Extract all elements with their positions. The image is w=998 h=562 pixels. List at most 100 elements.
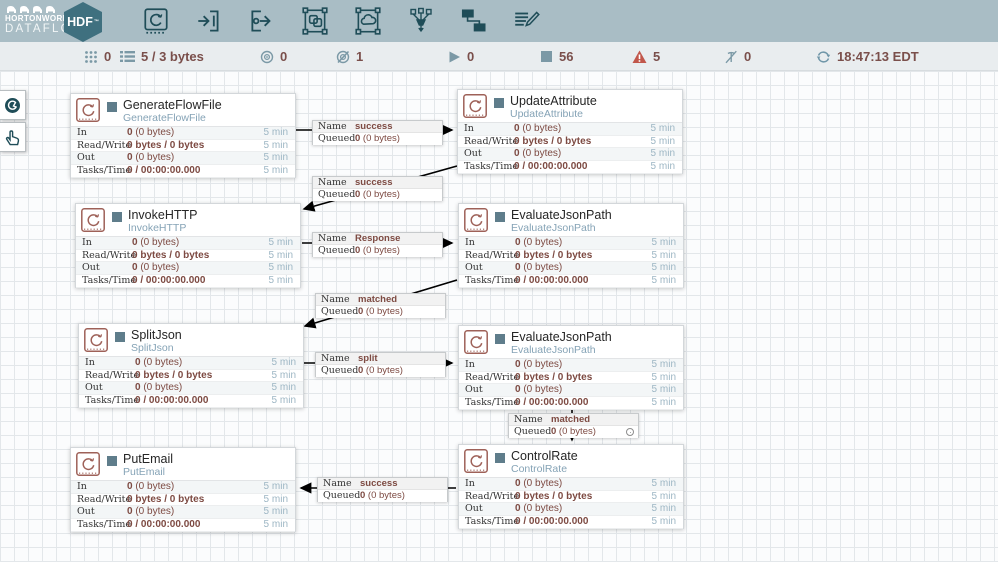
processor-stats: In 0 (0 bytes) 5 min Read/Write 0 bytes / 0 … [459, 359, 683, 410]
stat-row: Read/Write 0 bytes / 0 bytes 5 min [71, 140, 295, 153]
connection-label[interactable]: Name success Queued 0 (0 bytes) [312, 120, 443, 145]
queued-value: 0 (0 bytes) [355, 133, 400, 144]
connection-queued-row: Queued 0 (0 bytes) [318, 490, 447, 502]
stat-row: In 0 (0 bytes) 5 min [459, 478, 683, 491]
queued-status: 5 / 3 bytes [120, 42, 204, 71]
processor-stats: In 0 (0 bytes) 5 min Read/Write 0 bytes / 0 … [79, 357, 303, 408]
connection-label[interactable]: Name success Queued 0 (0 bytes) [317, 477, 448, 502]
processor-header: UpdateAttribute UpdateAttribute [458, 90, 682, 123]
label-icon[interactable] [512, 5, 542, 37]
processor-node[interactable]: EvaluateJsonPath EvaluateJsonPath In 0 (0… [458, 203, 684, 288]
threads-grid-icon [85, 50, 97, 63]
processor-title: ControlRate [511, 449, 578, 463]
hand-icon [5, 130, 20, 146]
processor-stats: In 0 (0 bytes) 5 min Read/Write 0 bytes / 0 … [71, 481, 295, 532]
refresh-icon[interactable] [816, 50, 831, 64]
processor-node[interactable]: SplitJson SplitJson In 0 (0 bytes) 5 min Re… [78, 323, 304, 408]
processor-stamp-icon [463, 94, 487, 118]
queued-value: 0 (0 bytes) [358, 306, 403, 317]
invalid-status: 5 [632, 42, 660, 71]
refresh-status[interactable]: 18:47:13 EDT [816, 42, 919, 71]
transmitting-icon [260, 50, 274, 63]
connection-name-row: Name success [313, 177, 442, 189]
stat-row: Out 0 (0 bytes) 5 min [71, 152, 295, 166]
stopped-state-icon [107, 102, 117, 112]
disabled-icon [725, 50, 737, 63]
processor-title: PutEmail [123, 452, 174, 466]
stat-row: Out 0 (0 bytes) 5 min [459, 384, 683, 398]
processor-type: ControlRate [511, 463, 568, 475]
connection-label[interactable]: Name Response Queued 0 (0 bytes) [312, 232, 443, 257]
processor-icon[interactable] [141, 5, 171, 37]
name-label: Name [321, 294, 350, 305]
processor-node[interactable]: EvaluateJsonPath EvaluateJsonPath In 0 (0… [458, 325, 684, 410]
output-port-icon[interactable] [247, 5, 277, 37]
connection-label[interactable]: Name matched Queued 0 (0 bytes) [508, 413, 639, 438]
processor-node[interactable]: ControlRate ControlRate In 0 (0 bytes) 5 m… [458, 444, 684, 529]
processor-type: SplitJson [131, 342, 174, 354]
stat-row: Read/Write 0 bytes / 0 bytes 5 min [458, 136, 682, 149]
remote-process-group-icon[interactable] [353, 5, 383, 37]
template-icon[interactable] [459, 5, 489, 37]
stopped-state-icon [115, 332, 125, 342]
name-value: Response [355, 233, 401, 244]
expiration-icon [626, 428, 634, 436]
birdseye-button[interactable] [0, 90, 26, 120]
funnel-icon[interactable] [406, 5, 436, 37]
processor-type: UpdateAttribute [510, 108, 583, 120]
connection-name-row: Name success [318, 478, 447, 490]
processor-title: EvaluateJsonPath [511, 330, 612, 344]
flow-canvas[interactable]: GenerateFlowFile GenerateFlowFile In 0 (0… [0, 71, 998, 562]
processor-title: SplitJson [131, 328, 182, 342]
connection-label[interactable]: Name success Queued 0 (0 bytes) [312, 176, 443, 201]
processor-node[interactable]: InvokeHTTP InvokeHTTP In 0 (0 bytes) 5 min… [75, 203, 301, 288]
processor-header: ControlRate ControlRate [459, 445, 683, 478]
name-label: Name [318, 177, 347, 188]
processor-node[interactable]: UpdateAttribute UpdateAttribute In 0 (0 b… [457, 89, 683, 174]
stat-row: Read/Write 0 bytes / 0 bytes 5 min [459, 250, 683, 263]
connection-name-row: Name matched [316, 294, 445, 306]
processor-header: PutEmail PutEmail [71, 448, 295, 481]
process-group-icon[interactable] [300, 5, 330, 37]
stat-row: Tasks/Time 0 / 00:00:00.000 5 min [71, 519, 295, 532]
processor-stats: In 0 (0 bytes) 5 min Read/Write 0 bytes / 0 … [76, 237, 300, 288]
processor-stats: In 0 (0 bytes) 5 min Read/Write 0 bytes / 0 … [71, 127, 295, 178]
connection-queued-row: Queued 0 (0 bytes) [316, 365, 445, 377]
stopped-state-icon [495, 334, 505, 344]
processor-title: GenerateFlowFile [123, 98, 222, 112]
stat-row: In 0 (0 bytes) 5 min [459, 359, 683, 372]
stat-row: In 0 (0 bytes) 5 min [71, 127, 295, 140]
processor-stamp-icon [464, 449, 488, 473]
queued-list-icon [120, 51, 135, 62]
stat-row: In 0 (0 bytes) 5 min [458, 123, 682, 136]
processor-header: GenerateFlowFile GenerateFlowFile [71, 94, 295, 127]
stat-row: Read/Write 0 bytes / 0 bytes 5 min [459, 491, 683, 504]
queued-value: 0 (0 bytes) [358, 365, 403, 376]
stopped-state-icon [112, 212, 122, 222]
stopped-state-icon [494, 98, 504, 108]
stat-row: Read/Write 0 bytes / 0 bytes 5 min [459, 372, 683, 385]
processor-header: EvaluateJsonPath EvaluateJsonPath [459, 326, 683, 359]
stat-row: Out 0 (0 bytes) 5 min [459, 262, 683, 276]
stat-row: Tasks/Time 0 / 00:00:00.000 5 min [459, 516, 683, 529]
birdseye-icon [5, 97, 20, 113]
stat-row: Out 0 (0 bytes) 5 min [459, 503, 683, 517]
stat-row: In 0 (0 bytes) 5 min [76, 237, 300, 250]
hortonworks-logo: HORTONWORKS DATAFLOW [5, 4, 83, 36]
queued-value: 0 (0 bytes) [360, 490, 405, 501]
processor-node[interactable]: PutEmail PutEmail In 0 (0 bytes) 5 min Read… [70, 447, 296, 532]
component-toolbar [141, 5, 542, 37]
processor-type: GenerateFlowFile [123, 112, 206, 124]
input-port-icon[interactable] [194, 5, 224, 37]
connection-label[interactable]: Name split Queued 0 (0 bytes) [315, 352, 446, 377]
processor-stats: In 0 (0 bytes) 5 min Read/Write 0 bytes / 0 … [459, 478, 683, 529]
transmitting-status: 0 [260, 42, 287, 71]
pan-hand-button[interactable] [0, 122, 26, 152]
stat-row: Out 0 (0 bytes) 5 min [458, 148, 682, 162]
connection-label[interactable]: Name matched Queued 0 (0 bytes) [315, 293, 446, 318]
active-threads-status: 0 [84, 42, 111, 71]
processor-node[interactable]: GenerateFlowFile GenerateFlowFile In 0 (0… [70, 93, 296, 178]
processor-title: InvokeHTTP [128, 208, 198, 222]
stat-row: Read/Write 0 bytes / 0 bytes 5 min [71, 494, 295, 507]
processor-type: InvokeHTTP [128, 222, 187, 234]
